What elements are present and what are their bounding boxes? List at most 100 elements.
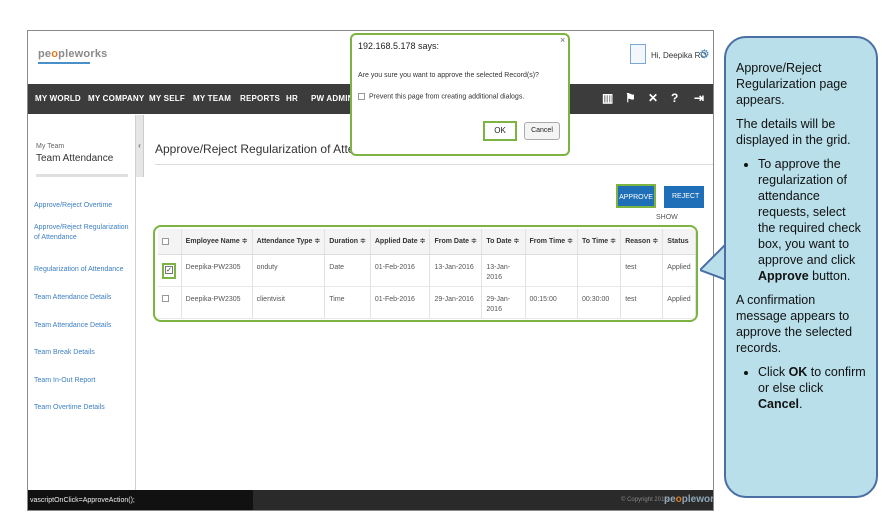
flag-icon[interactable]: ⚑ <box>625 91 636 105</box>
logo-text-pre: pe <box>38 48 52 60</box>
callout-step-approve-text: To approve the regularization of attenda… <box>758 157 861 267</box>
callout-step-ok: Click OK to confirm or else click Cancel… <box>758 364 866 412</box>
cell-to-time: 00:30:00 <box>577 286 622 319</box>
copyright-text: © Copyright 2016 <box>621 497 668 503</box>
cell-reason: test <box>620 286 664 319</box>
sidebar-item-team-break-details[interactable]: Team Break Details <box>34 348 132 358</box>
sidebar-item-team-attendance-details-2[interactable]: Team Attendance Details <box>34 321 132 331</box>
row-select-cell[interactable] <box>158 286 182 319</box>
cancel-button[interactable]: Cancel <box>524 122 560 140</box>
instruction-callout: Approve/Reject Regularization page appea… <box>724 36 878 498</box>
callout-confirm-note: A confirmation message appears to approv… <box>736 293 853 355</box>
gear-icon[interactable]: ⚙ <box>699 47 710 61</box>
cell-status: Applied <box>662 286 696 319</box>
callout-grid-note: The details will be displayed in the gri… <box>736 117 851 147</box>
help-icon[interactable]: ? <box>671 91 678 105</box>
cell-to-date: 13-Jan-2016 <box>481 254 526 287</box>
row-select-cell[interactable]: ✓ <box>158 254 182 287</box>
sidebar-section-title: Team Attendance <box>36 153 114 164</box>
select-all-checkbox[interactable] <box>162 237 169 245</box>
avatar[interactable] <box>630 44 646 64</box>
footer: vascriptOnClick=ApproveAction(); © Copyr… <box>28 490 713 510</box>
dialog-title: 192.168.5.178 says: <box>358 41 440 51</box>
col-attendance-type[interactable]: Attendance Type ≑ <box>252 229 326 255</box>
callout-step-ok-end: . <box>799 397 803 411</box>
sidebar-item-regularization-of-attendance[interactable]: Regularization of Attendance <box>34 265 132 275</box>
row-checkbox-checked[interactable]: ✓ <box>165 265 173 274</box>
prevent-dialogs-label: Prevent this page from creating addition… <box>369 93 525 101</box>
col-to-time[interactable]: To Time ≑ <box>577 229 622 255</box>
logo-tagline-bar <box>38 62 90 64</box>
sidebar-item-approve-reject-overtime[interactable]: Approve/Reject Overtime <box>34 201 132 211</box>
nav-reports[interactable]: REPORTS <box>240 94 280 103</box>
table-row[interactable]: ✓ Deepika-PW2305 onduty Date 01-Feb-2016… <box>158 254 696 287</box>
table-row[interactable]: Deepika-PW2305 clientvisit Time 01-Feb-2… <box>158 286 696 319</box>
cell-type: clientvisit <box>252 286 326 319</box>
cell-duration: Date <box>324 254 371 287</box>
callout-approve-steps: To approve the regularization of attenda… <box>736 156 866 284</box>
cell-type: onduty <box>252 254 326 287</box>
nav-my-company[interactable]: MY COMPANY <box>88 94 144 103</box>
regularization-table: Employee Name ≑ Attendance Type ≑ Durati… <box>158 229 696 319</box>
callout-confirm-steps: Click OK to confirm or else click Cancel… <box>736 364 866 412</box>
sidebar-section-small: My Team <box>36 143 65 150</box>
sidebar-item-approve-reject-regularization[interactable]: Approve/Reject Regularization of Attenda… <box>34 223 132 243</box>
col-from-date[interactable]: From Date ≑ <box>429 229 483 255</box>
col-employee-name[interactable]: Employee Name ≑ <box>181 229 253 255</box>
footer-logo-pre: pe <box>664 494 676 505</box>
col-duration[interactable]: Duration ≑ <box>324 229 371 255</box>
col-status[interactable]: Status <box>662 229 696 255</box>
logout-icon[interactable]: ⇥ <box>694 91 704 105</box>
cell-status: Applied <box>662 254 696 287</box>
row-checkbox-highlight[interactable]: ✓ <box>162 262 176 279</box>
callout-step-approve: To approve the regularization of attenda… <box>758 156 866 284</box>
sidebar-divider <box>36 174 128 177</box>
nav-pw-admin[interactable]: PW ADMIN <box>311 94 354 103</box>
show-entries-label: SHOW <box>656 214 678 221</box>
cell-from-date: 29-Jan-2016 <box>429 286 483 319</box>
cell-duration: Time <box>324 286 371 319</box>
cell-from-time: 00:15:00 <box>525 286 579 319</box>
cell-applied: 01-Feb-2016 <box>370 286 431 319</box>
select-all-header[interactable] <box>158 229 182 255</box>
callout-step-ok-text: Click <box>758 365 789 379</box>
nav-my-world[interactable]: MY WORLD <box>35 94 81 103</box>
reject-button[interactable]: REJECT <box>664 186 704 208</box>
row-checkbox[interactable] <box>162 295 169 303</box>
sidebar-toggle-chevron-icon[interactable]: ‹ <box>136 115 144 177</box>
nav-my-self[interactable]: MY SELF <box>149 94 185 103</box>
book-icon[interactable]: ▥ <box>602 91 613 105</box>
sidebar-item-team-attendance-details[interactable]: Team Attendance Details <box>34 293 132 303</box>
logo-text-post: pleworks <box>58 48 108 60</box>
col-applied-date[interactable]: Applied Date ≑ <box>370 229 431 255</box>
title-divider <box>155 164 713 165</box>
sidebar: My Team Team Attendance Approve/Reject O… <box>28 115 136 490</box>
nav-hr[interactable]: HR <box>286 94 298 103</box>
callout-step-approve-bold: Approve <box>758 269 809 283</box>
col-reason[interactable]: Reason ≑ <box>620 229 664 255</box>
nav-my-team[interactable]: MY TEAM <box>193 94 231 103</box>
prevent-dialogs-option[interactable]: Prevent this page from creating addition… <box>358 93 524 100</box>
footer-logo: peopleworks <box>664 494 713 505</box>
sidebar-item-team-in-out-report[interactable]: Team In-Out Report <box>34 376 132 386</box>
ok-button[interactable]: OK <box>483 121 517 141</box>
callout-intro: Approve/Reject Regularization page appea… <box>736 61 848 107</box>
prevent-dialogs-checkbox[interactable] <box>358 93 365 100</box>
callout-step-cancel-bold: Cancel <box>758 397 799 411</box>
tools-icon[interactable]: ✕ <box>648 91 658 105</box>
callout-step-ok-bold: OK <box>788 365 808 379</box>
cell-to-date: 29-Jan-2016 <box>481 286 526 319</box>
cell-employee: Deepika-PW2305 <box>181 286 253 319</box>
peopleworks-logo[interactable]: peopleworks <box>38 48 107 60</box>
sidebar-item-team-overtime-details[interactable]: Team Overtime Details <box>34 403 132 413</box>
callout-step-approve-end: button. <box>808 269 851 283</box>
cell-from-time <box>525 254 579 287</box>
cell-employee: Deepika-PW2305 <box>181 254 253 287</box>
confirm-dialog: 192.168.5.178 says: × Are you sure you w… <box>350 33 570 156</box>
approve-button[interactable]: APPROVE <box>616 184 656 208</box>
col-to-date[interactable]: To Date ≑ <box>481 229 526 255</box>
col-from-time[interactable]: From Time ≑ <box>525 229 579 255</box>
cell-from-date: 13-Jan-2016 <box>429 254 483 287</box>
status-bar-url: vascriptOnClick=ApproveAction(); <box>28 490 253 510</box>
close-icon[interactable]: × <box>560 35 565 45</box>
